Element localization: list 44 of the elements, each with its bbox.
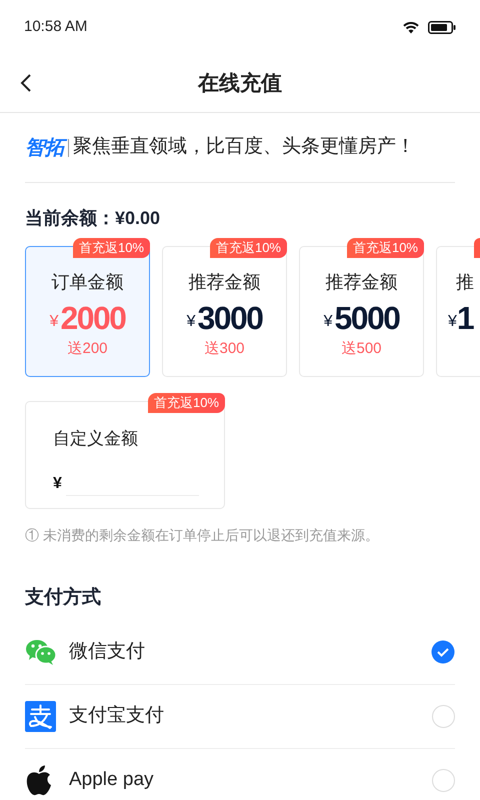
- radio-button[interactable]: [432, 704, 455, 728]
- card-label: 订单金额: [52, 271, 124, 294]
- chat-bubbles-icon: [25, 639, 57, 665]
- card-label: 推: [456, 271, 474, 294]
- promo-badge: 首充返10%: [210, 238, 287, 258]
- currency-sign: ¥: [186, 312, 196, 332]
- apple-icon: [25, 765, 53, 796]
- currency-sign: ¥: [50, 312, 59, 332]
- bonus-text: 送500: [341, 339, 382, 359]
- payment-section-title: 支付方式: [25, 586, 101, 610]
- alipay-icon: [25, 700, 56, 732]
- amount-value: 1: [456, 299, 474, 338]
- payment-option[interactable]: 微信支付: [25, 620, 455, 684]
- payment-label: Apple pay: [69, 768, 155, 792]
- custom-amount-label: 自定义金额: [53, 428, 138, 450]
- slogan: 聚焦垂直领域，比百度、头条更懂房产！: [73, 135, 415, 160]
- card-label: 推荐金额: [326, 271, 398, 294]
- currency-sign: ¥: [324, 312, 333, 332]
- bonus-text: 送200: [67, 339, 108, 359]
- promo-badge: 首充返10%: [72, 238, 150, 258]
- battery-icon: [428, 21, 456, 34]
- status-time: 10:58 AM: [24, 17, 88, 38]
- payment-label: 微信支付: [69, 640, 146, 664]
- amount-value: 2000: [60, 299, 126, 338]
- currency-sign: ¥: [448, 312, 457, 332]
- wifi-icon: [403, 22, 419, 34]
- payment-option[interactable]: Apple pay: [25, 748, 455, 800]
- radio-button[interactable]: [432, 769, 455, 792]
- payment-option[interactable]: 支付宝支付: [25, 684, 455, 748]
- payment-label: 支付宝支付: [69, 704, 165, 728]
- card-label: 推荐金额: [188, 271, 260, 294]
- balance-label: 当前余额：¥0.00: [25, 207, 160, 230]
- amount-value: 3000: [198, 299, 262, 338]
- promo-badge: 首充返10%: [148, 393, 225, 413]
- promo-badge: [474, 238, 480, 258]
- selected-check-icon[interactable]: [431, 640, 455, 664]
- back-icon: [20, 73, 32, 93]
- amount-value: 5000: [334, 299, 400, 338]
- promo-badge: 首充返10%: [346, 238, 424, 258]
- refund-note: ① 未消费的剩余金额在订单停止后可以退还到充值来源。: [25, 526, 379, 545]
- amount-card[interactable]: 推 ¥1: [436, 246, 480, 377]
- currency-sign: ¥: [53, 474, 62, 494]
- page-title: 在线充值: [198, 70, 282, 97]
- bonus-text: 送300: [204, 339, 245, 359]
